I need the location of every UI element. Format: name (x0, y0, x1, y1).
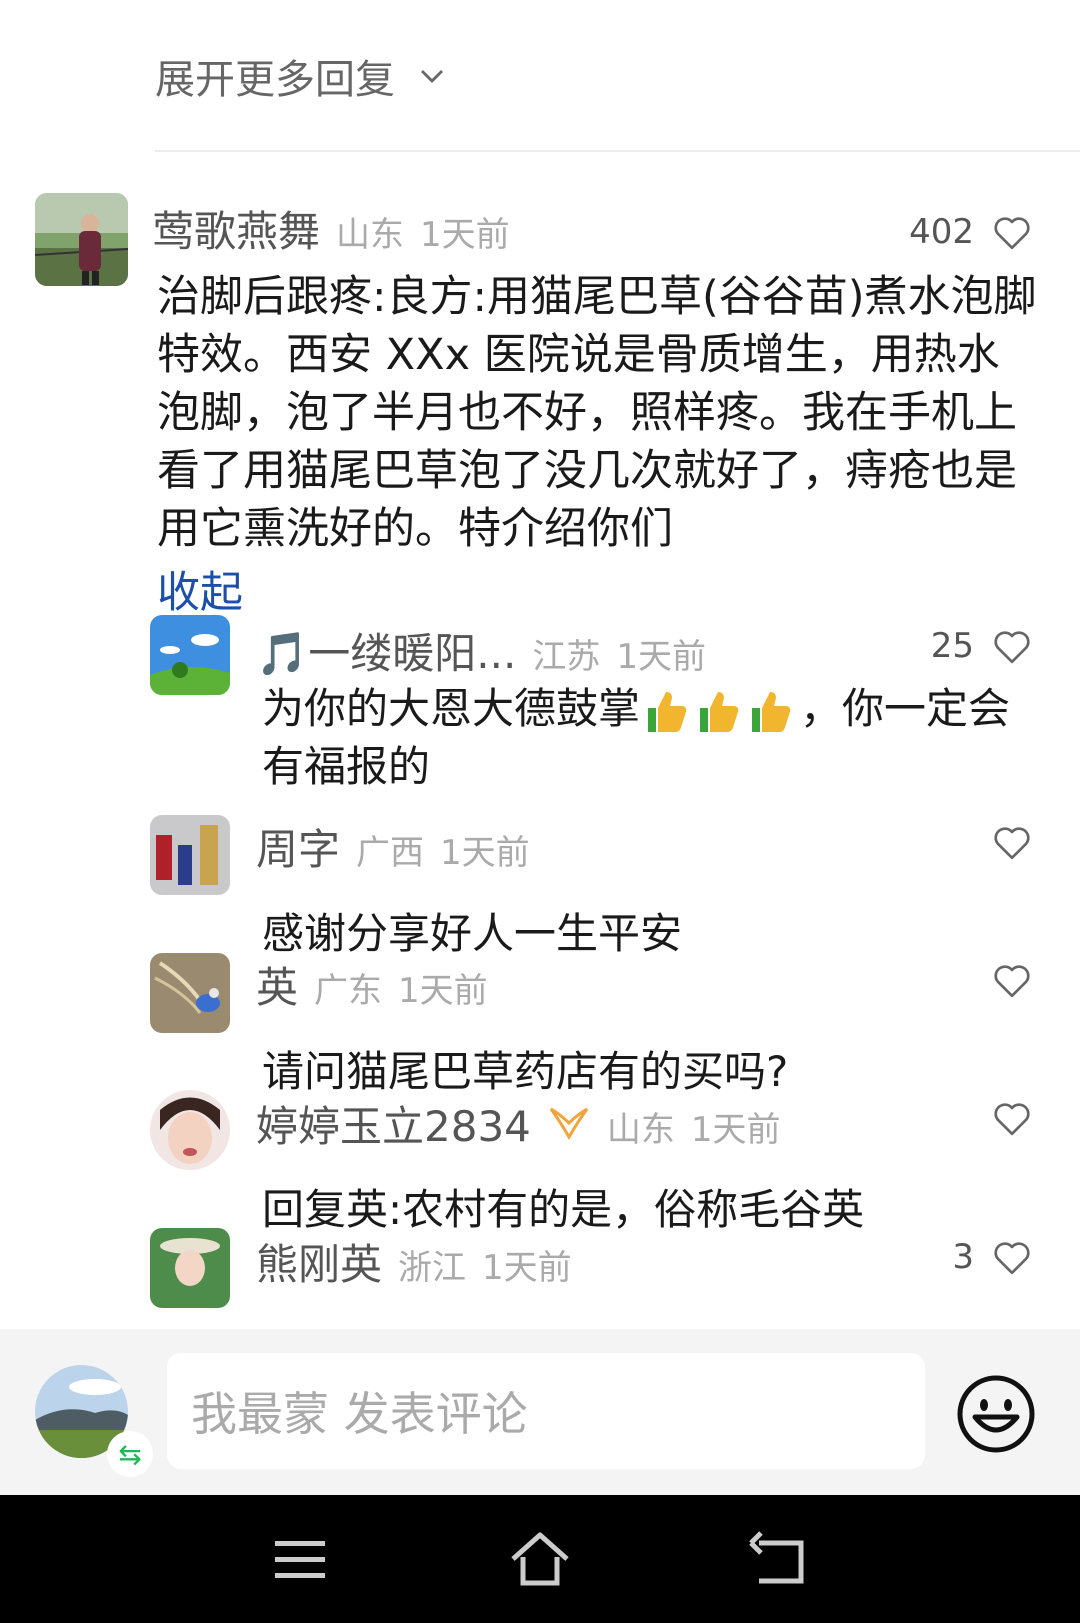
reply-header: 熊刚英 浙江 1天前 (256, 1231, 572, 1292)
location: 广东 (314, 971, 383, 1011)
avatar[interactable] (150, 615, 230, 695)
thumbs-up-emoji (648, 691, 687, 732)
thumbs-up-emojis (644, 688, 796, 736)
menu-icon[interactable] (265, 1525, 335, 1595)
back-icon[interactable] (745, 1525, 815, 1595)
reply-text: 为你的大恩大德鼓掌 ，你一定会有福报的 (262, 680, 1042, 796)
like-button[interactable] (974, 823, 1032, 861)
timestamp: 1天前 (420, 215, 510, 255)
like-count: 3 (952, 1237, 974, 1277)
timestamp: 1天前 (440, 833, 530, 873)
location: 浙江 (398, 1248, 467, 1288)
reply-header: 🎵一缕暖阳... 江苏 1天前 (256, 620, 706, 681)
like-count: 402 (909, 212, 974, 252)
swap-icon[interactable]: ⇆ (107, 1431, 153, 1477)
navigation-bar (0, 1495, 1080, 1623)
smiley-icon[interactable] (955, 1373, 1037, 1455)
heart-outline-icon (994, 827, 1030, 860)
thumbs-up-emoji (700, 691, 739, 732)
comment-input[interactable]: 我最蒙 发表评论 (167, 1353, 925, 1469)
timestamp: 1天前 (616, 637, 706, 677)
heart-outline-icon (994, 1103, 1030, 1136)
comment-text: 治脚后跟疼:良方:用猫尾巴草(谷谷苗)煮水泡脚特效。西安 XXx 医院说是骨质增… (157, 272, 1037, 554)
like-button[interactable]: 402 (909, 212, 1032, 252)
comment-header: 莺歌燕舞 山东 1天前 (152, 198, 510, 259)
vip-badge-icon (549, 1107, 589, 1141)
home-icon[interactable] (505, 1525, 575, 1595)
divider (155, 150, 1080, 152)
avatar[interactable] (35, 193, 128, 286)
thumbs-up-emoji (752, 691, 791, 732)
expand-more-label: 展开更多回复 (155, 57, 395, 103)
chevron-down-icon (421, 70, 443, 83)
username[interactable]: 熊刚英 (256, 1231, 382, 1292)
collapse-button[interactable]: 收起 (157, 558, 243, 620)
avatar[interactable] (150, 815, 230, 895)
reply-header: 英 广东 1天前 (256, 954, 488, 1015)
avatar[interactable] (150, 1228, 230, 1308)
username[interactable]: 英 (256, 954, 298, 1015)
username[interactable]: 周字 (256, 816, 340, 877)
avatar[interactable] (150, 1090, 230, 1170)
location: 山东 (606, 1110, 675, 1150)
heart-outline-icon (994, 217, 1030, 250)
location: 江苏 (532, 637, 601, 677)
reply-text-start: 为你的大恩大德鼓掌 (262, 684, 641, 733)
heart-outline-icon (994, 965, 1030, 998)
location: 山东 (336, 215, 405, 255)
like-count: 25 (930, 626, 974, 666)
heart-outline-icon (994, 631, 1030, 664)
reply-header: 周字 广西 1天前 (256, 816, 530, 877)
location: 广西 (356, 833, 425, 873)
like-button[interactable]: 3 (952, 1237, 1032, 1277)
like-button[interactable] (974, 1099, 1032, 1137)
timestamp: 1天前 (398, 971, 488, 1011)
timestamp: 1天前 (482, 1248, 572, 1288)
username[interactable]: 莺歌燕舞 (152, 198, 320, 259)
like-button[interactable] (974, 961, 1032, 999)
expand-more-replies-button[interactable]: 展开更多回复 (155, 46, 447, 106)
heart-outline-icon (994, 1242, 1030, 1275)
comment-bar: ⇆ 我最蒙 发表评论 (0, 1329, 1080, 1495)
username[interactable]: 🎵一缕暖阳... (256, 620, 516, 681)
username[interactable]: 婷婷玉立2834 (256, 1093, 531, 1154)
reply-header: 婷婷玉立2834 山东 1天前 (256, 1093, 781, 1154)
like-button[interactable]: 25 (931, 626, 1032, 666)
avatar[interactable] (150, 953, 230, 1033)
timestamp: 1天前 (690, 1110, 781, 1150)
